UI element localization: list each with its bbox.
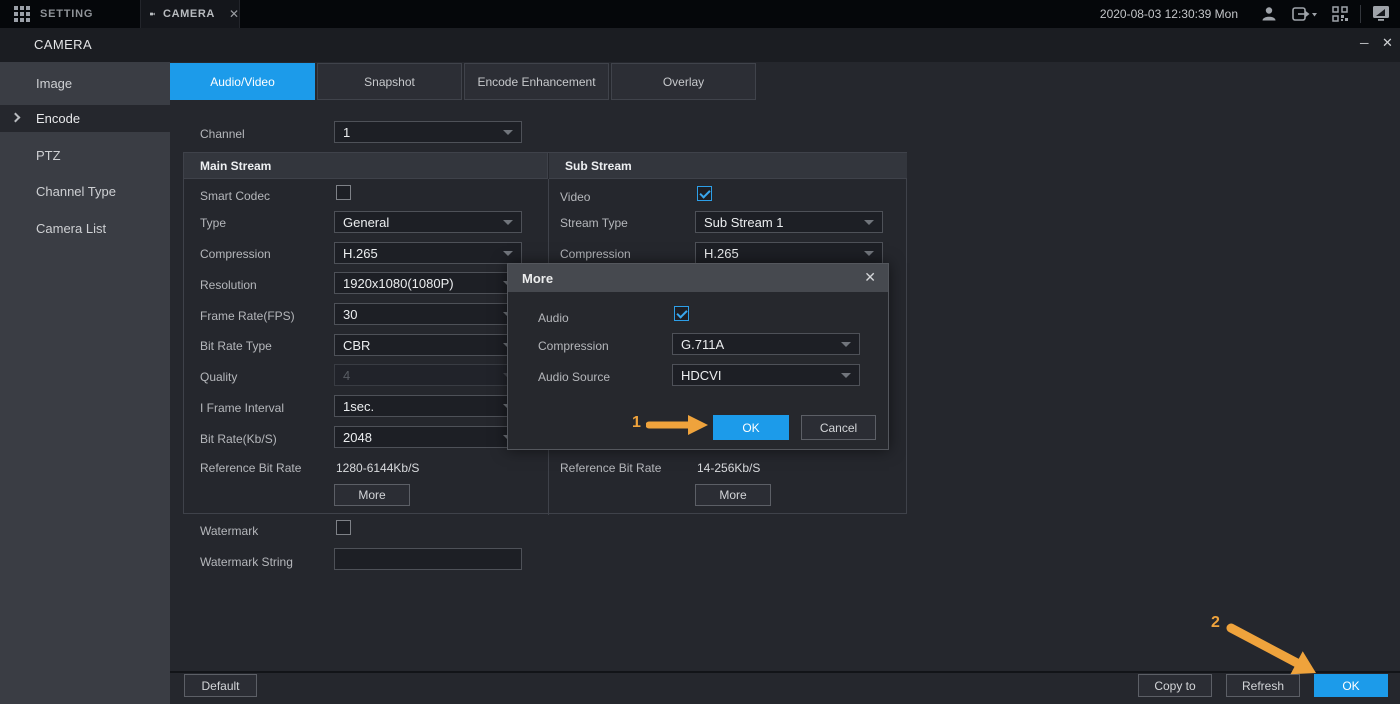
video-checkbox[interactable] — [697, 186, 712, 201]
more-dialog-title: More — [522, 271, 553, 286]
topbar-divider — [1360, 5, 1361, 23]
bitrate-select[interactable]: 2048 — [334, 426, 522, 448]
sub-stream-header: Sub Stream — [549, 153, 907, 179]
sub-more-button[interactable]: More — [695, 484, 771, 506]
tab-close-icon[interactable]: ✕ — [229, 7, 239, 21]
bitrate-label: Bit Rate(Kb/S) — [200, 432, 277, 446]
display-output-icon[interactable] — [1372, 5, 1390, 22]
main-stream-header: Main Stream — [184, 153, 548, 179]
sidebar-item-ptz[interactable]: PTZ — [0, 142, 170, 169]
channel-select[interactable]: 1 — [334, 121, 522, 143]
watermark-checkbox[interactable] — [336, 520, 351, 535]
tab-encode-enhancement[interactable]: Encode Enhancement — [464, 63, 609, 100]
chevron-down-icon — [864, 251, 874, 256]
camera-settings-screen: SETTING CAMERA ✕ 2020-08-03 12:30:39 Mon — [0, 0, 1400, 704]
tab-camera-label: CAMERA — [163, 8, 215, 20]
dialog-ok-button[interactable]: OK — [713, 415, 789, 440]
dialog-close-icon[interactable]: ✕ — [864, 269, 876, 286]
watermark-string-label: Watermark String — [200, 555, 293, 569]
main-ref-bitrate-label: Reference Bit Rate — [200, 461, 301, 475]
quality-select: 4 — [334, 364, 522, 386]
audio-checkbox[interactable] — [674, 306, 689, 321]
chevron-down-icon — [841, 342, 851, 347]
annotation-step-2: 2 — [1211, 614, 1220, 632]
bitrate-type-select[interactable]: CBR — [334, 334, 522, 356]
type-label: Type — [200, 216, 226, 230]
bitrate-type-label: Bit Rate Type — [200, 339, 272, 353]
main-compression-select[interactable]: H.265 — [334, 242, 522, 264]
resolution-label: Resolution — [200, 278, 257, 292]
type-select[interactable]: General — [334, 211, 522, 233]
watermark-string-input[interactable] — [334, 548, 522, 570]
main-more-button[interactable]: More — [334, 484, 410, 506]
smart-codec-label: Smart Codec — [200, 189, 270, 203]
main-compression-label: Compression — [200, 247, 271, 261]
tab-snapshot[interactable]: Snapshot — [317, 63, 462, 100]
minimize-button[interactable]: ─ — [1360, 36, 1374, 50]
framerate-select[interactable]: 30 — [334, 303, 522, 325]
sidebar-item-camera-list[interactable]: Camera List — [0, 215, 170, 242]
watermark-label: Watermark — [200, 524, 258, 538]
annotation-arrow-1 — [646, 413, 710, 437]
footer-divider — [170, 671, 1400, 673]
main-menu-grid-icon[interactable] — [14, 6, 30, 22]
tab-overlay[interactable]: Overlay — [611, 63, 756, 100]
chevron-down-icon — [841, 373, 851, 378]
sub-compression-label: Compression — [560, 247, 631, 261]
video-label: Video — [560, 190, 590, 204]
chevron-down-icon — [503, 220, 513, 225]
sidebar: Image Encode PTZ Channel Type Camera Lis… — [0, 62, 170, 704]
channel-label: Channel — [200, 127, 245, 141]
chevron-right-icon — [11, 113, 21, 123]
sub-ref-bitrate-value: 14-256Kb/S — [697, 461, 760, 475]
framerate-label: Frame Rate(FPS) — [200, 309, 295, 323]
default-button[interactable]: Default — [184, 674, 257, 697]
audio-label: Audio — [538, 311, 569, 325]
window-header: CAMERA — [0, 28, 1400, 62]
page-title: CAMERA — [34, 37, 92, 52]
main-ref-bitrate-value: 1280-6144Kb/S — [336, 461, 419, 475]
sub-compression-select[interactable]: H.265 — [695, 242, 883, 264]
sidebar-item-image[interactable]: Image — [0, 70, 170, 97]
user-icon[interactable] — [1261, 6, 1277, 22]
resolution-select[interactable]: 1920x1080(1080P) — [334, 272, 522, 294]
sidebar-item-encode[interactable]: Encode — [0, 105, 170, 132]
smart-codec-checkbox[interactable] — [336, 185, 351, 200]
dialog-cancel-button[interactable]: Cancel — [801, 415, 876, 440]
top-bar: SETTING CAMERA ✕ 2020-08-03 12:30:39 Mon — [0, 0, 1400, 28]
iframe-interval-label: I Frame Interval — [200, 401, 284, 415]
chevron-down-icon — [864, 220, 874, 225]
quality-label: Quality — [200, 370, 237, 384]
copy-to-button[interactable]: Copy to — [1138, 674, 1212, 697]
datetime-display: 2020-08-03 12:30:39 Mon — [1080, 7, 1238, 21]
dialog-compression-select[interactable]: G.711A — [672, 333, 860, 355]
footer-ok-button[interactable]: OK — [1314, 674, 1388, 697]
more-dialog-titlebar: More ✕ — [508, 264, 888, 292]
dialog-compression-label: Compression — [538, 339, 609, 353]
stream-type-select[interactable]: Sub Stream 1 — [695, 211, 883, 233]
tab-audio-video[interactable]: Audio/Video — [170, 63, 315, 100]
setting-label: SETTING — [40, 8, 93, 20]
close-button[interactable]: ✕ — [1382, 35, 1396, 49]
annotation-step-1: 1 — [632, 414, 641, 432]
sub-ref-bitrate-label: Reference Bit Rate — [560, 461, 661, 475]
refresh-button[interactable]: Refresh — [1226, 674, 1300, 697]
chevron-down-icon — [503, 130, 513, 135]
chevron-down-icon — [503, 251, 513, 256]
logout-icon[interactable] — [1292, 6, 1318, 22]
camera-icon — [150, 9, 155, 19]
qr-code-icon[interactable] — [1332, 6, 1348, 22]
audio-source-select[interactable]: HDCVI — [672, 364, 860, 386]
iframe-interval-select[interactable]: 1sec. — [334, 395, 522, 417]
annotation-arrow-2 — [1224, 620, 1324, 676]
audio-source-label: Audio Source — [538, 370, 610, 384]
stream-type-label: Stream Type — [560, 216, 628, 230]
tab-camera-topbar[interactable]: CAMERA ✕ — [140, 0, 240, 28]
sidebar-item-channel-type[interactable]: Channel Type — [0, 178, 170, 205]
